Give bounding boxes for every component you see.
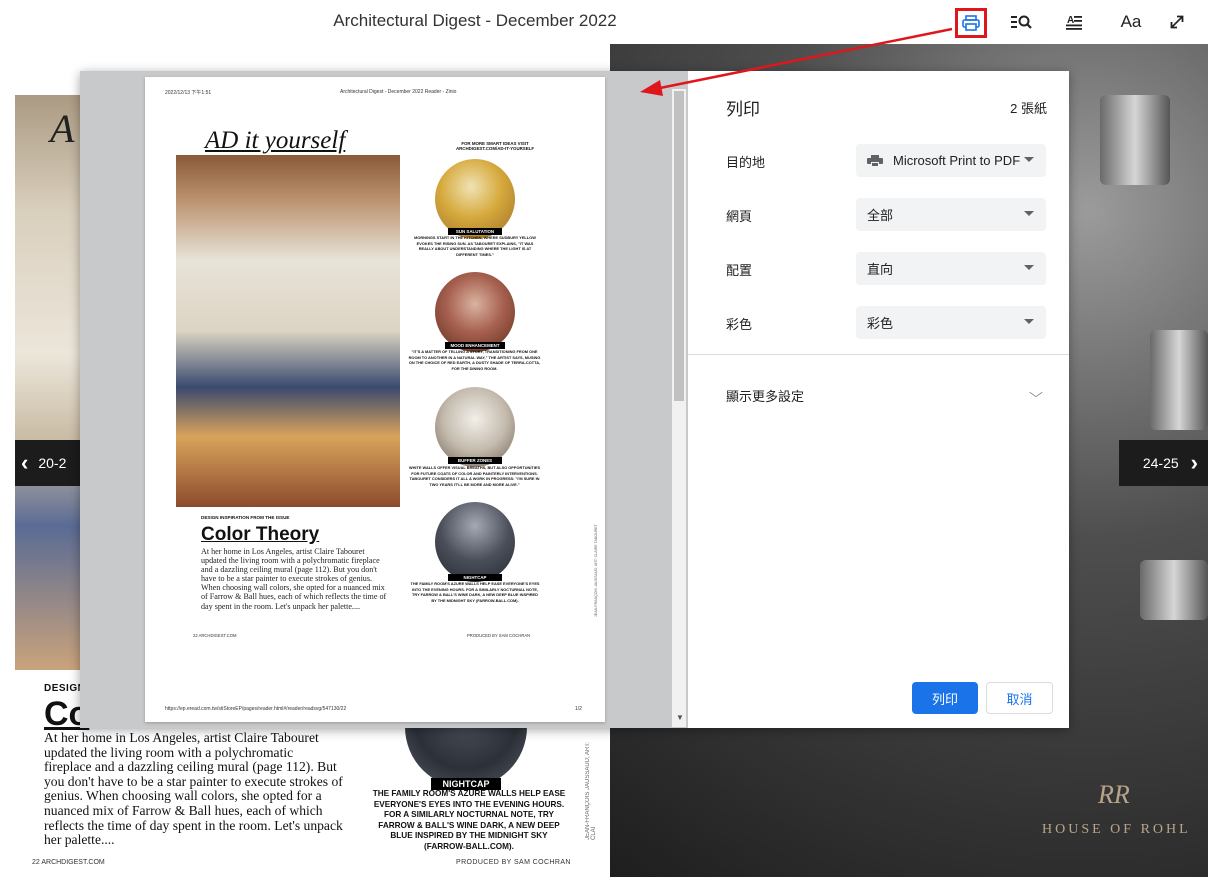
ad-brand-name: HOUSE OF ROHL [1042, 822, 1191, 837]
pages-select[interactable]: 全部 [856, 198, 1046, 231]
preview-item-caption: THE FAMILY ROOM'S AZURE WALLS HELP EASE … [410, 581, 540, 603]
magazine-footer-left: 22 ARCHDIGEST.COM [32, 859, 105, 866]
search-text-button[interactable] [1006, 7, 1038, 37]
color-label: 彩色 [726, 317, 753, 332]
printer-icon [962, 15, 980, 31]
print-confirm-button[interactable]: 列印 [912, 682, 978, 714]
prev-page-button[interactable]: ‹ 20-2 [15, 440, 83, 486]
preview-url: https://ep.eread.com.tw/stiStoreEP/pages… [165, 706, 347, 712]
preview-item-label: SUN SALUTATION [448, 228, 502, 235]
preview-footer-right: PRODUCED BY SAM COCHRAN [467, 633, 531, 638]
preview-heading: AD it yourself [205, 127, 346, 154]
pages-value: 全部 [867, 208, 894, 223]
print-settings-panel: 列印 2 張紙 目的地 Microsoft Print to PDF 網頁 全部… [688, 71, 1069, 728]
layout-label: 配置 [726, 263, 753, 278]
magazine-article-text: At her home in Los Angeles, artist Clair… [44, 730, 343, 848]
ad-brand-monogram: RR [1098, 780, 1130, 809]
dropdown-caret-icon [1024, 211, 1034, 216]
preview-footer-left: 22 ARCHDIGEST.COM [193, 633, 237, 638]
preview-sheet: 2022/12/13 下午1:51 Architectural Digest -… [145, 77, 605, 722]
preview-page-number: 1/2 [575, 706, 582, 712]
magazine-heading-partial: A [50, 106, 75, 151]
reader-app: A DESIGN Co At her home in Los Angeles, … [0, 0, 1208, 877]
preview-item-caption: "IT'S A MATTER OF TELLING A STORY, TRANS… [408, 349, 541, 371]
preview-date: 2022/12/13 下午1:51 [165, 90, 212, 96]
settings-divider [688, 354, 1069, 355]
next-page-label: 24-25 [1142, 455, 1179, 471]
cancel-button[interactable]: 取消 [986, 682, 1053, 714]
next-page-button[interactable]: 24-25 › [1119, 440, 1208, 486]
search-icon [1011, 15, 1032, 29]
layout-value: 直向 [867, 262, 894, 277]
dropdown-caret-icon [1024, 319, 1034, 324]
ad-faucet-image [1140, 560, 1208, 620]
print-dialog: 2022/12/13 下午1:51 Architectural Digest -… [80, 71, 1069, 728]
destination-value: Microsoft Print to PDF [893, 153, 1021, 168]
font-size-button[interactable]: Aa [1115, 7, 1147, 37]
destination-select[interactable]: Microsoft Print to PDF [856, 144, 1046, 177]
reader-toolbar: Architectural Digest - December 2022 A A… [0, 0, 1208, 44]
printer-icon [867, 154, 883, 167]
color-value: 彩色 [867, 316, 894, 331]
sheet-count: 2 張紙 [1010, 101, 1047, 116]
expand-icon [1170, 15, 1184, 29]
magazine-photo-credit: JEAN-FRANÇOIS JAUSSAUD; ART: CLAI [585, 742, 597, 840]
dropdown-caret-icon [1024, 265, 1034, 270]
chevron-down-icon[interactable]: ⌵ [1029, 385, 1043, 401]
preview-title: Color Theory [201, 524, 320, 545]
contents-button[interactable]: A [1060, 7, 1088, 37]
preview-item-caption: WHITE WALLS OFFER VISUAL BREATHS, BUT AL… [408, 465, 541, 487]
color-select[interactable]: 彩色 [856, 306, 1046, 339]
pages-label: 網頁 [726, 209, 753, 224]
preview-living-room-photo [176, 155, 400, 507]
print-preview-pane: 2022/12/13 下午1:51 Architectural Digest -… [80, 71, 688, 728]
print-settings-title: 列印 [726, 100, 760, 119]
dropdown-caret-icon [1024, 157, 1034, 162]
chevron-right-icon: › [1190, 450, 1198, 475]
magazine-footer-right: PRODUCED BY SAM COCHRAN [456, 859, 571, 866]
preview-item-caption: MORNINGS START IN THE KITCHEN, WHERE SUD… [414, 235, 536, 257]
print-button[interactable] [955, 8, 987, 38]
prev-page-label: 20-2 [38, 455, 67, 471]
svg-text:A: A [1067, 15, 1074, 26]
chevron-left-icon: ‹ [21, 450, 29, 475]
preview-item-label: BUFFER ZONES [448, 457, 502, 464]
destination-label: 目的地 [726, 155, 766, 170]
page-title: Architectural Digest - December 2022 [333, 11, 617, 30]
preview-article-text: At her home in Los Angeles, artist Clair… [201, 547, 387, 611]
more-settings-toggle[interactable]: 顯示更多設定 [726, 386, 804, 405]
preview-photo-credit: JEAN-FRANÇOIS JAUSSAUD; ART: CLAIRE TABO… [594, 524, 598, 617]
preview-item-label: MOOD ENHANCEMENT [445, 342, 505, 349]
layout-select[interactable]: 直向 [856, 252, 1046, 285]
ad-faucet-image [1100, 95, 1170, 185]
preview-item-photo [435, 502, 515, 582]
magazine-nightcap-caption: THE FAMILY ROOM'S AZURE WALLS HELP EASE … [372, 789, 566, 851]
preview-design-label: DESIGN INSPIRATION FROM THE ISSUE [201, 515, 290, 520]
fullscreen-button[interactable] [1163, 7, 1191, 37]
preview-page-header: Architectural Digest - December 2022 Rea… [340, 89, 457, 95]
preview-item-photo [435, 159, 515, 239]
ad-faucet-image [1150, 330, 1208, 430]
preview-scrollbar-thumb[interactable] [674, 91, 684, 401]
preview-more-ideas: FOR MORE SMART IDEAS VISIT ARCHDIGEST.CO… [455, 141, 535, 152]
scroll-down-arrow-icon[interactable]: ▼ [676, 713, 684, 722]
preview-item-photo [435, 272, 515, 352]
preview-item-label: NIGHTCAP [448, 574, 502, 581]
preview-item-photo [435, 387, 515, 467]
text-list-icon: A [1066, 15, 1082, 30]
